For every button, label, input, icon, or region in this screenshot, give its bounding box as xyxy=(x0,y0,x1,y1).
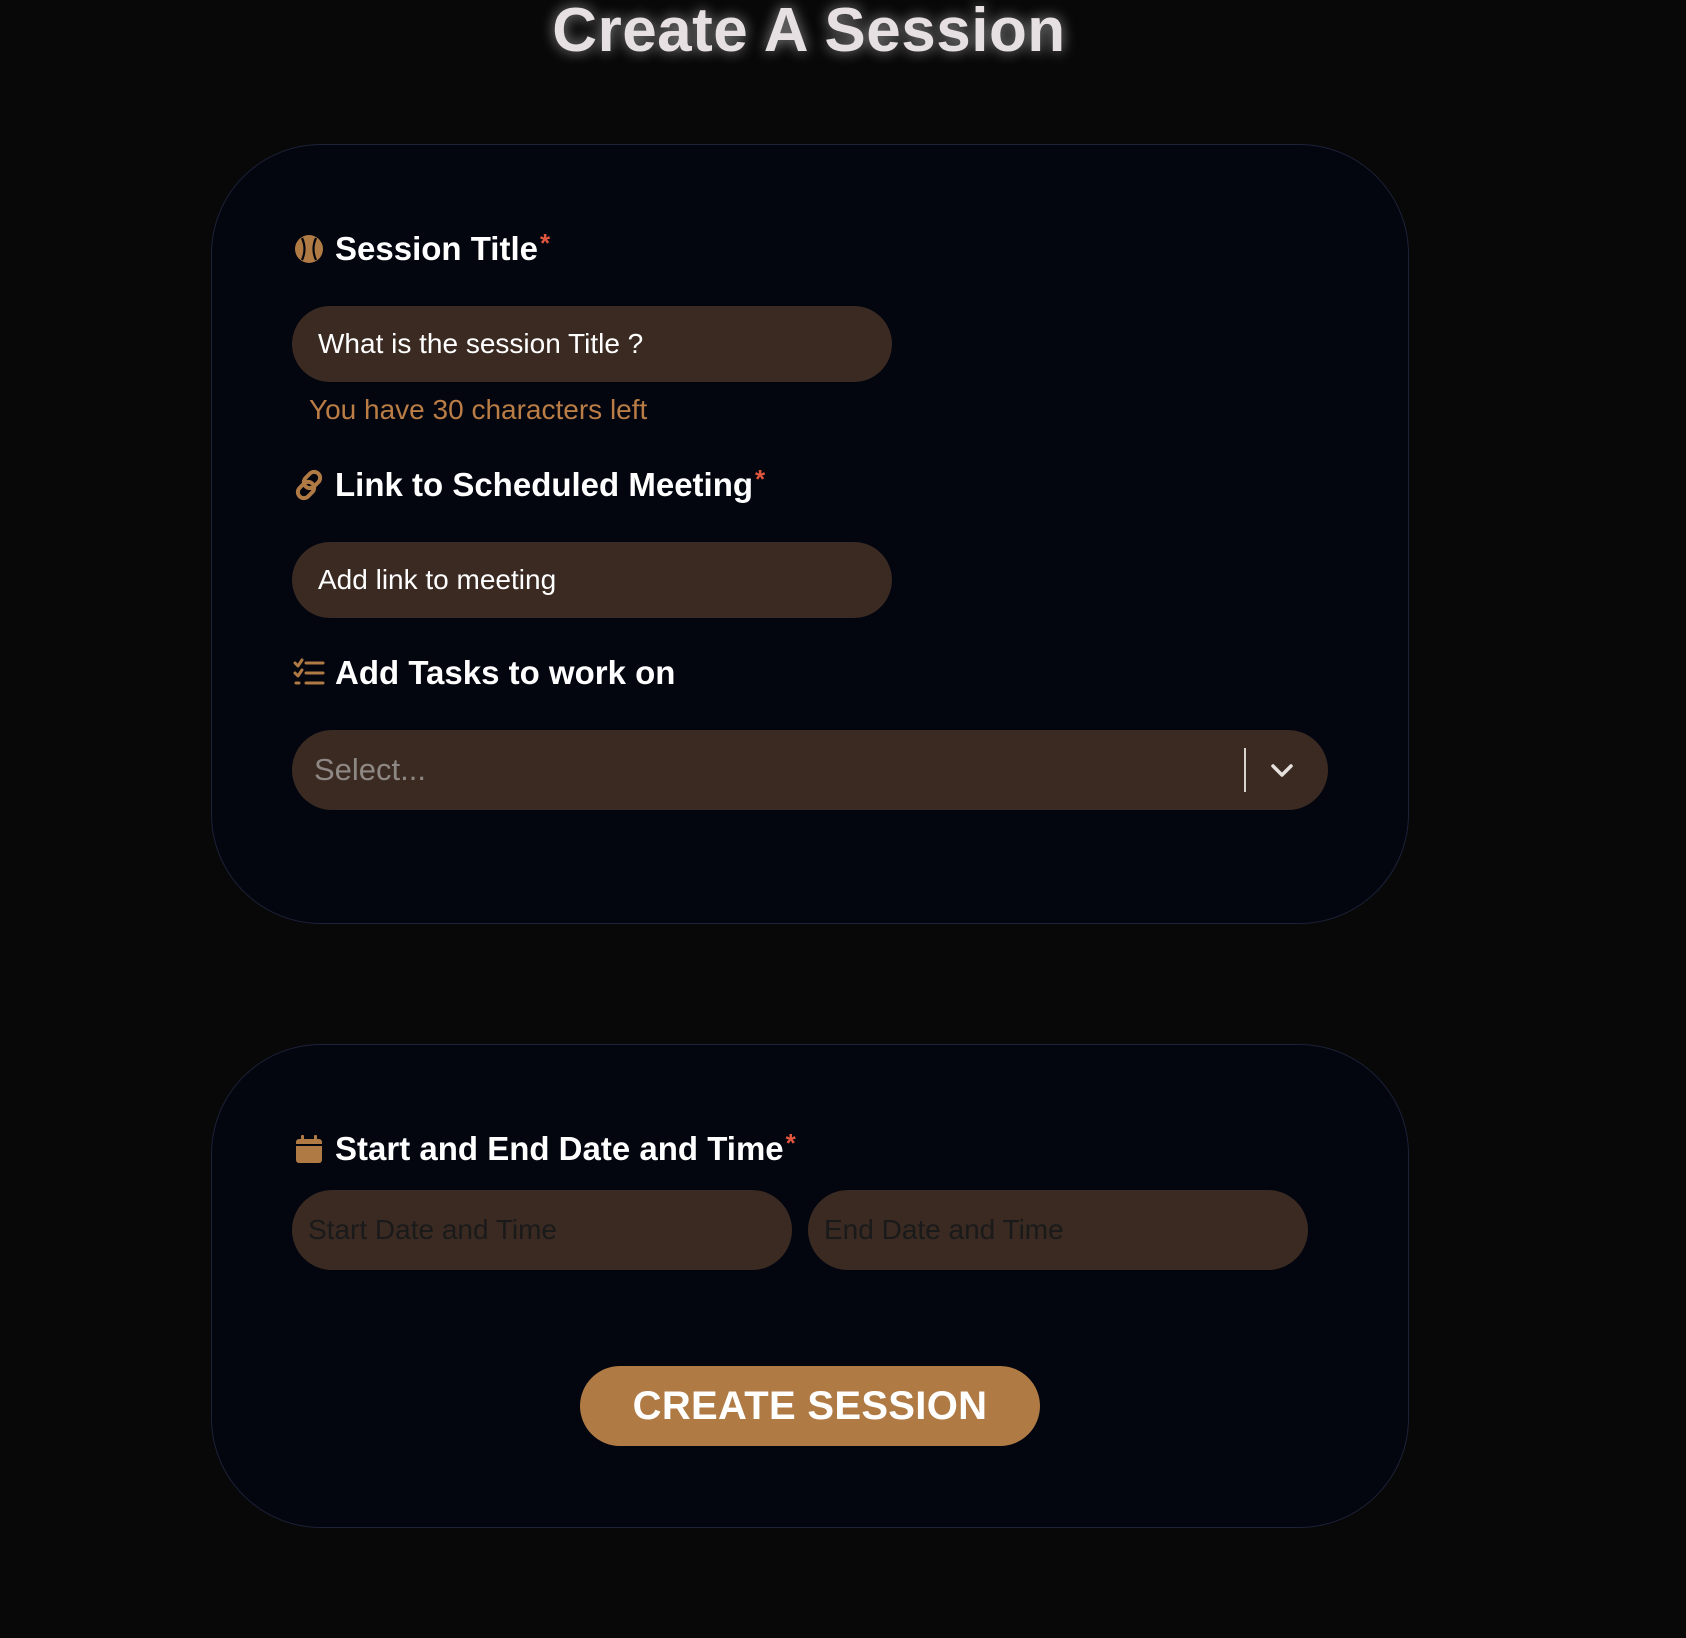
create-session-button[interactable]: CREATE SESSION xyxy=(580,1366,1040,1446)
required-mark: * xyxy=(785,1128,796,1158)
page-title: Create A Session xyxy=(552,0,1066,65)
meeting-link-input[interactable]: Add link to meeting xyxy=(292,542,892,618)
session-title-label-text: Session Title xyxy=(335,230,538,267)
tasks-label-text: Add Tasks to work on xyxy=(335,654,676,691)
select-divider xyxy=(1244,748,1246,792)
baseball-icon xyxy=(293,233,325,265)
schedule-label: Start and End Date and Time * xyxy=(293,1128,796,1168)
start-datetime-input[interactable]: Start Date and Time xyxy=(292,1190,792,1270)
link-icon xyxy=(293,469,325,501)
tasks-select-placeholder: Select... xyxy=(314,752,426,787)
session-title-label: Session Title * xyxy=(293,228,551,268)
calendar-icon xyxy=(293,1133,325,1165)
schedule-card xyxy=(211,1044,1409,1528)
schedule-label-text: Start and End Date and Time xyxy=(335,1130,784,1167)
tasks-select[interactable]: Select... xyxy=(292,730,1328,810)
meeting-link-label-text: Link to Scheduled Meeting xyxy=(335,466,754,503)
create-session-page: Create A Session Session Title * What is… xyxy=(0,0,1686,1638)
chevron-down-icon[interactable] xyxy=(1268,756,1296,784)
session-title-input[interactable]: What is the session Title ? xyxy=(292,306,892,382)
checklist-icon xyxy=(293,657,325,689)
required-mark: * xyxy=(539,228,551,258)
tasks-label: Add Tasks to work on xyxy=(293,654,675,692)
required-mark: * xyxy=(755,464,766,494)
meeting-link-label: Link to Scheduled Meeting * xyxy=(293,464,766,504)
end-datetime-input[interactable]: End Date and Time xyxy=(808,1190,1308,1270)
characters-left-hint: You have 30 characters left xyxy=(309,394,648,425)
